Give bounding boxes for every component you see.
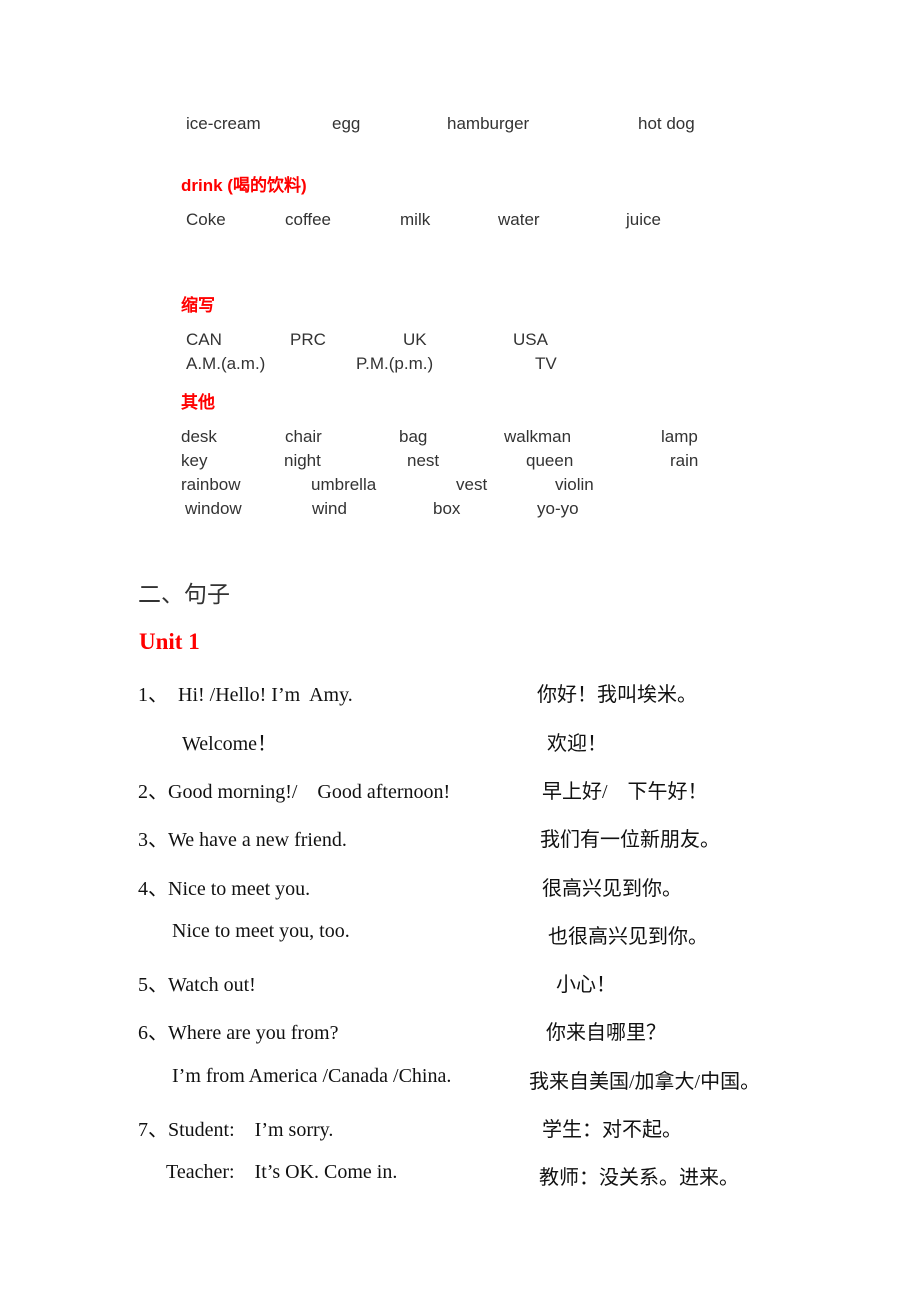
vocab-word: bag bbox=[399, 427, 428, 446]
sentence-english: I’m from America /Canada /China. bbox=[172, 1065, 452, 1087]
vocab-word: desk bbox=[181, 427, 217, 446]
others-heading: 其他 bbox=[181, 393, 215, 412]
sentence-chinese: 学生：对不起。 bbox=[542, 1119, 682, 1141]
sentence-english: 4、Nice to meet you. bbox=[138, 878, 311, 900]
vocab-word: UK bbox=[403, 330, 427, 349]
sentence-english: Teacher: It’s OK. Come in. bbox=[166, 1161, 398, 1183]
vocab-word: rain bbox=[670, 451, 699, 470]
sentence-english: Nice to meet you, too. bbox=[172, 920, 350, 942]
vocab-word: umbrella bbox=[311, 475, 377, 494]
vocab-word: chair bbox=[285, 427, 322, 446]
vocab-word: PRC bbox=[290, 330, 326, 349]
drink-heading: drink (喝的饮料) bbox=[181, 176, 307, 195]
vocab-word: box bbox=[433, 499, 461, 518]
vocab-word: juice bbox=[626, 210, 661, 229]
sentence-chinese: 也很高兴见到你。 bbox=[548, 926, 708, 948]
vocab-word: violin bbox=[555, 475, 594, 494]
sentence-english: 2、Good morning!/ Good afternoon! bbox=[138, 781, 451, 803]
vocab-word: USA bbox=[513, 330, 548, 349]
sentence-chinese: 我来自美国/加拿大/中国。 bbox=[529, 1071, 761, 1093]
vocab-word: milk bbox=[400, 210, 431, 229]
vocab-word: nest bbox=[407, 451, 440, 470]
vocab-word: yo-yo bbox=[537, 499, 579, 518]
vocab-word: lamp bbox=[661, 427, 698, 446]
vocab-word: hot dog bbox=[638, 114, 695, 133]
sentence-english: Welcome！ bbox=[182, 733, 278, 755]
sentence-chinese: 很高兴见到你。 bbox=[542, 878, 682, 900]
sentence-english: 6、Where are you from? bbox=[138, 1022, 339, 1044]
vocab-word: window bbox=[185, 499, 242, 518]
vocab-word: TV bbox=[535, 354, 557, 373]
vocab-word: ice-cream bbox=[186, 114, 261, 133]
sentence-english: 3、We have a new friend. bbox=[138, 829, 347, 851]
unit-title: Unit 1 bbox=[139, 629, 200, 654]
vocab-word: coffee bbox=[285, 210, 332, 229]
sentence-chinese: 你好！我叫埃米。 bbox=[537, 684, 697, 706]
vocab-word: walkman bbox=[504, 427, 572, 446]
vocab-word: P.M.(p.m.) bbox=[356, 354, 434, 373]
vocab-word: vest bbox=[456, 475, 488, 494]
sentence-english: 7、Student: I’m sorry. bbox=[138, 1119, 334, 1141]
sentence-chinese: 欢迎！ bbox=[547, 733, 607, 755]
sentence-english: 5、Watch out! bbox=[138, 974, 256, 996]
sentence-chinese: 早上好/ 下午好！ bbox=[542, 781, 708, 803]
vocab-word: key bbox=[181, 451, 208, 470]
sentence-chinese: 我们有一位新朋友。 bbox=[540, 829, 720, 851]
vocab-word: rainbow bbox=[181, 475, 241, 494]
vocab-word: A.M.(a.m.) bbox=[186, 354, 266, 373]
vocab-word: hamburger bbox=[447, 114, 530, 133]
abbreviations-heading: 缩写 bbox=[181, 296, 215, 315]
vocab-word: wind bbox=[312, 499, 347, 518]
section-title: 二、句子 bbox=[138, 582, 230, 608]
vocab-word: CAN bbox=[186, 330, 222, 349]
sentence-chinese: 你来自哪里？ bbox=[546, 1022, 666, 1044]
vocab-word: water bbox=[498, 210, 540, 229]
vocab-word: queen bbox=[526, 451, 574, 470]
sentence-chinese: 教师：没关系。进来。 bbox=[539, 1167, 739, 1189]
vocab-word: night bbox=[284, 451, 321, 470]
vocab-word: Coke bbox=[186, 210, 226, 229]
sentence-english: 1、 Hi! /Hello! I’m Amy. bbox=[138, 684, 353, 706]
vocab-word: egg bbox=[332, 114, 361, 133]
sentence-chinese: 小心！ bbox=[556, 974, 616, 996]
